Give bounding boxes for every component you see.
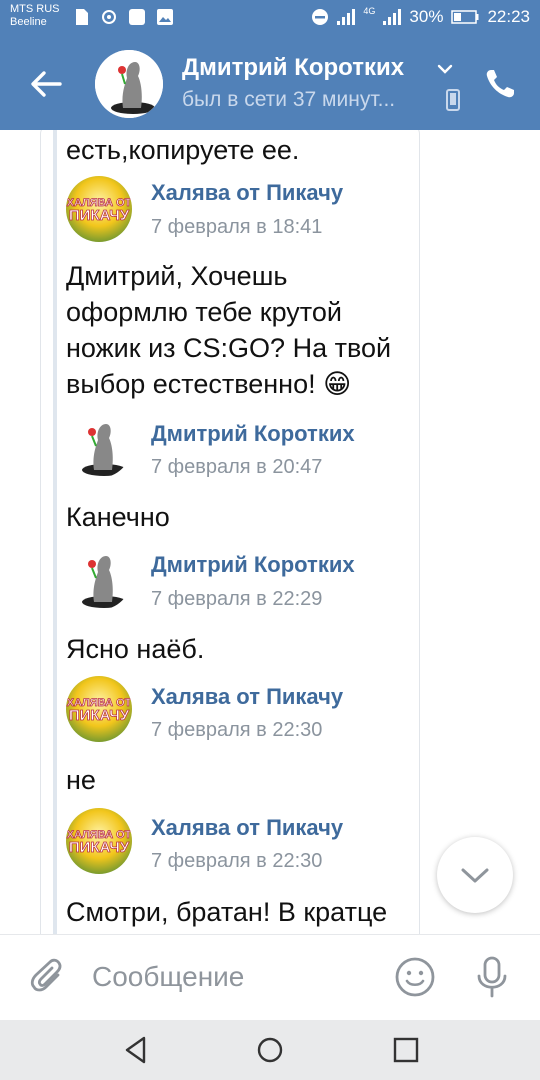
message-author[interactable]: Халява от Пикачу bbox=[151, 815, 343, 841]
carrier-info: MTS RUS Beeline bbox=[10, 3, 60, 29]
contact-name[interactable]: Дмитрий Коротких bbox=[182, 54, 404, 82]
pikachu-logo-icon: ХАЛЯВА ОТ ПИКАЧУ bbox=[66, 808, 132, 874]
message-author[interactable]: Дмитрий Коротких bbox=[151, 421, 355, 447]
message-author[interactable]: Дмитрий Коротких bbox=[151, 552, 355, 578]
message-author[interactable]: Халява от Пикачу bbox=[151, 180, 343, 206]
statue-avatar-icon bbox=[66, 412, 132, 478]
scroll-to-bottom-button[interactable] bbox=[437, 837, 513, 913]
chat-header: Дмитрий Коротких был в сети 37 минут... bbox=[0, 36, 540, 130]
carrier-1: MTS RUS bbox=[10, 3, 60, 15]
chevron-down-icon bbox=[461, 868, 489, 883]
emoji-icon[interactable] bbox=[394, 956, 436, 998]
phone-icon[interactable] bbox=[480, 64, 520, 104]
nav-recent-icon[interactable] bbox=[390, 1034, 422, 1066]
pikachu-logo-text-2: ПИКАЧУ bbox=[69, 707, 130, 724]
last-seen-status: был в сети 37 минут... bbox=[182, 88, 396, 111]
statue-avatar-icon bbox=[95, 50, 163, 118]
nav-back-icon[interactable] bbox=[120, 1034, 152, 1066]
message-time: 7 февраля в 22:30 bbox=[151, 719, 323, 741]
message-text: Ясно наёб. bbox=[66, 634, 205, 664]
signal-icon bbox=[337, 9, 356, 25]
mobile-device-icon bbox=[446, 89, 460, 111]
pikachu-avatar[interactable]: ХАЛЯВА ОТ ПИКАЧУ bbox=[66, 676, 132, 742]
nav-home-icon[interactable] bbox=[254, 1034, 286, 1066]
carrier-2: Beeline bbox=[10, 16, 47, 28]
message-text: Канечно bbox=[66, 502, 170, 532]
app-notification-icon bbox=[129, 9, 145, 25]
message-text: есть,копируете ее. bbox=[66, 135, 300, 165]
dnd-icon bbox=[312, 9, 329, 25]
message-time: 7 февраля в 22:29 bbox=[151, 588, 323, 610]
message-text: Смотри, братан! В кратце bbox=[66, 897, 388, 927]
hotspot-icon bbox=[102, 10, 116, 24]
mic-icon[interactable] bbox=[474, 955, 510, 999]
message-text: Дмитрий, Хочешь оформлю тебе крутой ножи… bbox=[66, 261, 392, 399]
message-list[interactable]: есть,копируете ее. ХАЛЯВА ОТ ПИКАЧУ Халя… bbox=[0, 130, 540, 934]
statue-avatar-icon bbox=[66, 544, 132, 610]
pikachu-logo-icon: ХАЛЯВА ОТ ПИКАЧУ bbox=[66, 176, 132, 242]
message-text: не bbox=[66, 765, 96, 795]
status-right: 4G 30% 22:23 bbox=[311, 6, 530, 27]
forwarded-indicator-line bbox=[53, 130, 57, 934]
message-time: 7 февраля в 22:30 bbox=[151, 850, 323, 872]
pikachu-logo-icon: ХАЛЯВА ОТ ПИКАЧУ bbox=[66, 676, 132, 742]
chevron-down-icon[interactable] bbox=[436, 60, 454, 78]
back-button[interactable] bbox=[24, 62, 68, 106]
statue-avatar[interactable] bbox=[66, 412, 132, 478]
contact-avatar[interactable] bbox=[95, 50, 163, 118]
sd-card-icon bbox=[76, 9, 88, 25]
message-time: 7 февраля в 20:47 bbox=[151, 456, 323, 478]
statue-avatar[interactable] bbox=[66, 544, 132, 610]
pikachu-avatar[interactable]: ХАЛЯВА ОТ ПИКАЧУ bbox=[66, 808, 132, 874]
network-type: 4G bbox=[363, 6, 376, 16]
pikachu-logo-text-2: ПИКАЧУ bbox=[69, 839, 130, 856]
notification-icons bbox=[72, 8, 174, 26]
message-time: 7 февраля в 18:41 bbox=[151, 216, 323, 238]
message-input[interactable] bbox=[92, 955, 372, 999]
image-notification-icon bbox=[157, 9, 173, 25]
clock: 22:23 bbox=[487, 7, 530, 26]
system-navigation-bar bbox=[0, 1020, 540, 1080]
attach-icon[interactable] bbox=[28, 957, 68, 997]
message-author[interactable]: Халява от Пикачу bbox=[151, 684, 343, 710]
signal-icon-2 bbox=[383, 9, 402, 25]
status-bar: MTS RUS Beeline 4G 30% 22:23 bbox=[0, 0, 540, 36]
message-composer bbox=[0, 934, 540, 1020]
pikachu-logo-text-2: ПИКАЧУ bbox=[69, 207, 130, 224]
battery-icon bbox=[451, 10, 479, 24]
battery-percent: 30% bbox=[409, 7, 444, 26]
pikachu-avatar[interactable]: ХАЛЯВА ОТ ПИКАЧУ bbox=[66, 176, 132, 242]
